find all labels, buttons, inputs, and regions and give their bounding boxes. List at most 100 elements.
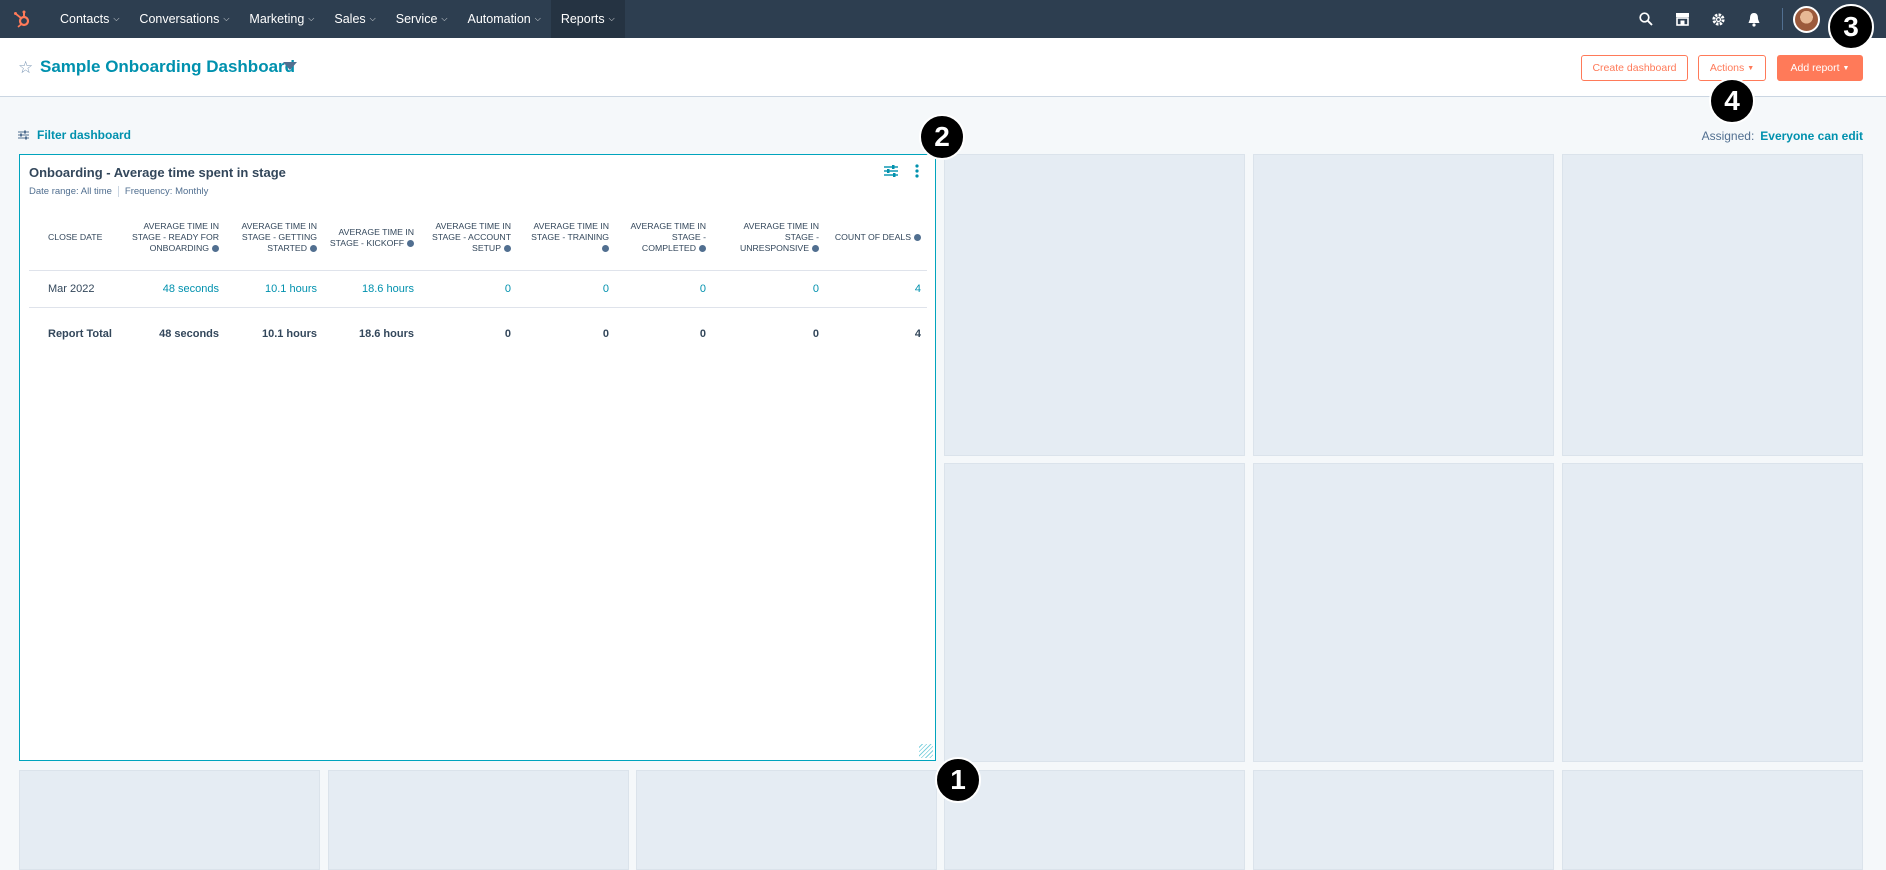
- filter-sliders-icon: [18, 130, 29, 140]
- nav-label: Reports: [560, 12, 605, 26]
- info-icon[interactable]: [812, 245, 819, 253]
- caret-down-icon: ▼: [1747, 64, 1755, 72]
- search-icon[interactable]: [1628, 0, 1664, 38]
- info-icon[interactable]: [407, 239, 414, 247]
- marker-badge: 1: [935, 757, 981, 803]
- dashboard-switcher-caret-icon[interactable]: [283, 62, 297, 70]
- table-cell-link[interactable]: 10.1 hours: [225, 269, 323, 307]
- bell-icon[interactable]: [1736, 0, 1772, 38]
- nav-service[interactable]: Service ⌵: [386, 0, 458, 38]
- empty-slot: [1562, 770, 1863, 870]
- column-header[interactable]: AVERAGE TIME IN STAGE - GETTING STARTED: [225, 206, 323, 270]
- nav-label: Service: [395, 12, 438, 26]
- hubspot-logo-icon[interactable]: [0, 0, 44, 38]
- nav-label: Conversations: [139, 12, 220, 26]
- info-icon[interactable]: [914, 234, 921, 242]
- report-filters-icon[interactable]: [883, 163, 899, 179]
- chevron-down-icon: ⌵: [308, 14, 315, 23]
- empty-slot: [636, 770, 937, 870]
- table-cell: 48 seconds: [123, 306, 225, 361]
- nav-contacts[interactable]: Contacts ⌵: [50, 0, 129, 38]
- table-cell-link[interactable]: 0: [712, 269, 825, 307]
- nav-automation[interactable]: Automation ⌵: [458, 0, 551, 38]
- empty-slot: [944, 770, 1245, 870]
- column-header[interactable]: AVERAGE TIME IN STAGE - ACCOUNT SETUP: [420, 206, 517, 270]
- dashboard-header: ☆ Sample Onboarding Dashboard Create das…: [0, 38, 1886, 97]
- gear-icon[interactable]: [1700, 0, 1736, 38]
- frequency-text: Frequency: Monthly: [124, 186, 209, 197]
- marketplace-icon[interactable]: [1664, 0, 1700, 38]
- info-icon[interactable]: [310, 245, 317, 253]
- empty-slot: [1562, 463, 1863, 762]
- column-header[interactable]: AVERAGE TIME IN STAGE - READY FOR ONBOAR…: [123, 206, 225, 270]
- avatar[interactable]: [1793, 5, 1820, 33]
- nav-reports[interactable]: Reports ⌵: [550, 0, 625, 38]
- caret-down-icon: ▼: [1842, 64, 1850, 72]
- column-header[interactable]: COUNT OF DEALS: [825, 206, 927, 270]
- add-report-button[interactable]: Add report ▼: [1777, 55, 1863, 81]
- nav-divider: [1782, 8, 1783, 30]
- column-header-label: COUNT OF DEALS: [834, 232, 911, 243]
- column-header-label: AVERAGE TIME IN STAGE - KICKOFF: [329, 226, 414, 248]
- column-header-label: AVERAGE TIME IN STAGE - TRAINING: [531, 221, 609, 243]
- table-cell: 18.6 hours: [323, 306, 420, 361]
- report-card[interactable]: Onboarding - Average time spent in stage…: [19, 154, 936, 761]
- actions-label: Actions: [1709, 62, 1745, 74]
- column-header-label: AVERAGE TIME IN STAGE - COMPLETED: [630, 221, 706, 254]
- empty-slot: [1253, 154, 1554, 456]
- chevron-down-icon: ⌵: [223, 14, 230, 23]
- column-header-label: AVERAGE TIME IN STAGE - READY FOR ONBOAR…: [131, 221, 219, 254]
- favorite-star-icon[interactable]: ☆: [18, 58, 33, 78]
- table-cell: 0: [615, 306, 712, 361]
- filter-dashboard-link[interactable]: Filter dashboard: [18, 128, 131, 142]
- column-header[interactable]: CLOSE DATE: [29, 206, 123, 270]
- table-cell: 0: [517, 306, 615, 361]
- meta-divider: [117, 186, 119, 197]
- marker-badge: 3: [1828, 4, 1874, 50]
- column-header[interactable]: AVERAGE TIME IN STAGE - KICKOFF: [323, 206, 420, 270]
- table-cell: Mar 2022: [29, 269, 123, 307]
- table-cell: 10.1 hours: [225, 306, 323, 361]
- table-row: Mar 2022 48 seconds 10.1 hours 18.6 hour…: [29, 269, 927, 307]
- more-options-icon[interactable]: [909, 163, 925, 179]
- info-icon[interactable]: [504, 245, 511, 253]
- nav-conversations[interactable]: Conversations ⌵: [129, 0, 239, 38]
- chevron-down-icon: ⌵: [369, 14, 376, 23]
- empty-slot: [944, 154, 1245, 456]
- table-cell-link[interactable]: 0: [615, 269, 712, 307]
- top-navigation: Contacts ⌵ Conversations ⌵ Marketing ⌵ Sale…: [0, 0, 1886, 38]
- empty-slot: [1562, 154, 1863, 456]
- chevron-down-icon: ⌵: [441, 14, 448, 23]
- info-icon[interactable]: [699, 245, 706, 253]
- nav-label: Contacts: [60, 12, 110, 26]
- table-cell-link[interactable]: 0: [420, 269, 517, 307]
- column-header[interactable]: AVERAGE TIME IN STAGE - COMPLETED: [615, 206, 712, 270]
- empty-slot: [328, 770, 629, 870]
- create-dashboard-button[interactable]: Create dashboard: [1581, 55, 1688, 81]
- table-cell: 0: [420, 306, 517, 361]
- resize-handle[interactable]: [919, 744, 933, 758]
- table-cell-link[interactable]: 18.6 hours: [323, 269, 420, 307]
- chevron-down-icon: ⌵: [534, 14, 541, 23]
- column-header-label: AVERAGE TIME IN STAGE - UNRESPONSIVE: [739, 221, 819, 254]
- info-icon[interactable]: [602, 245, 609, 253]
- table-cell: Report Total: [29, 306, 123, 361]
- assigned-value-link[interactable]: Everyone can edit: [1760, 129, 1863, 143]
- table-cell-link[interactable]: 48 seconds: [123, 269, 225, 307]
- nav-label: Sales: [334, 12, 366, 26]
- table-cell-link[interactable]: 0: [517, 269, 615, 307]
- nav-marketing[interactable]: Marketing ⌵: [239, 0, 324, 38]
- dashboard-title[interactable]: Sample Onboarding Dashboard: [40, 57, 295, 77]
- report-title[interactable]: Onboarding - Average time spent in stage: [29, 165, 286, 180]
- nav-label: Marketing: [249, 12, 305, 26]
- table-total-row: Report Total 48 seconds 10.1 hours 18.6 …: [29, 306, 927, 361]
- chevron-down-icon: ⌵: [113, 14, 120, 23]
- table-cell: 0: [712, 306, 825, 361]
- column-header[interactable]: AVERAGE TIME IN STAGE - UNRESPONSIVE: [712, 206, 825, 270]
- table-cell-link[interactable]: 4: [825, 269, 927, 307]
- column-header[interactable]: AVERAGE TIME IN STAGE - TRAINING: [517, 206, 615, 270]
- nav-sales[interactable]: Sales ⌵: [324, 0, 385, 38]
- column-header-label: CLOSE DATE: [48, 232, 103, 243]
- info-icon[interactable]: [212, 245, 219, 253]
- chevron-down-icon: ⌵: [608, 14, 615, 23]
